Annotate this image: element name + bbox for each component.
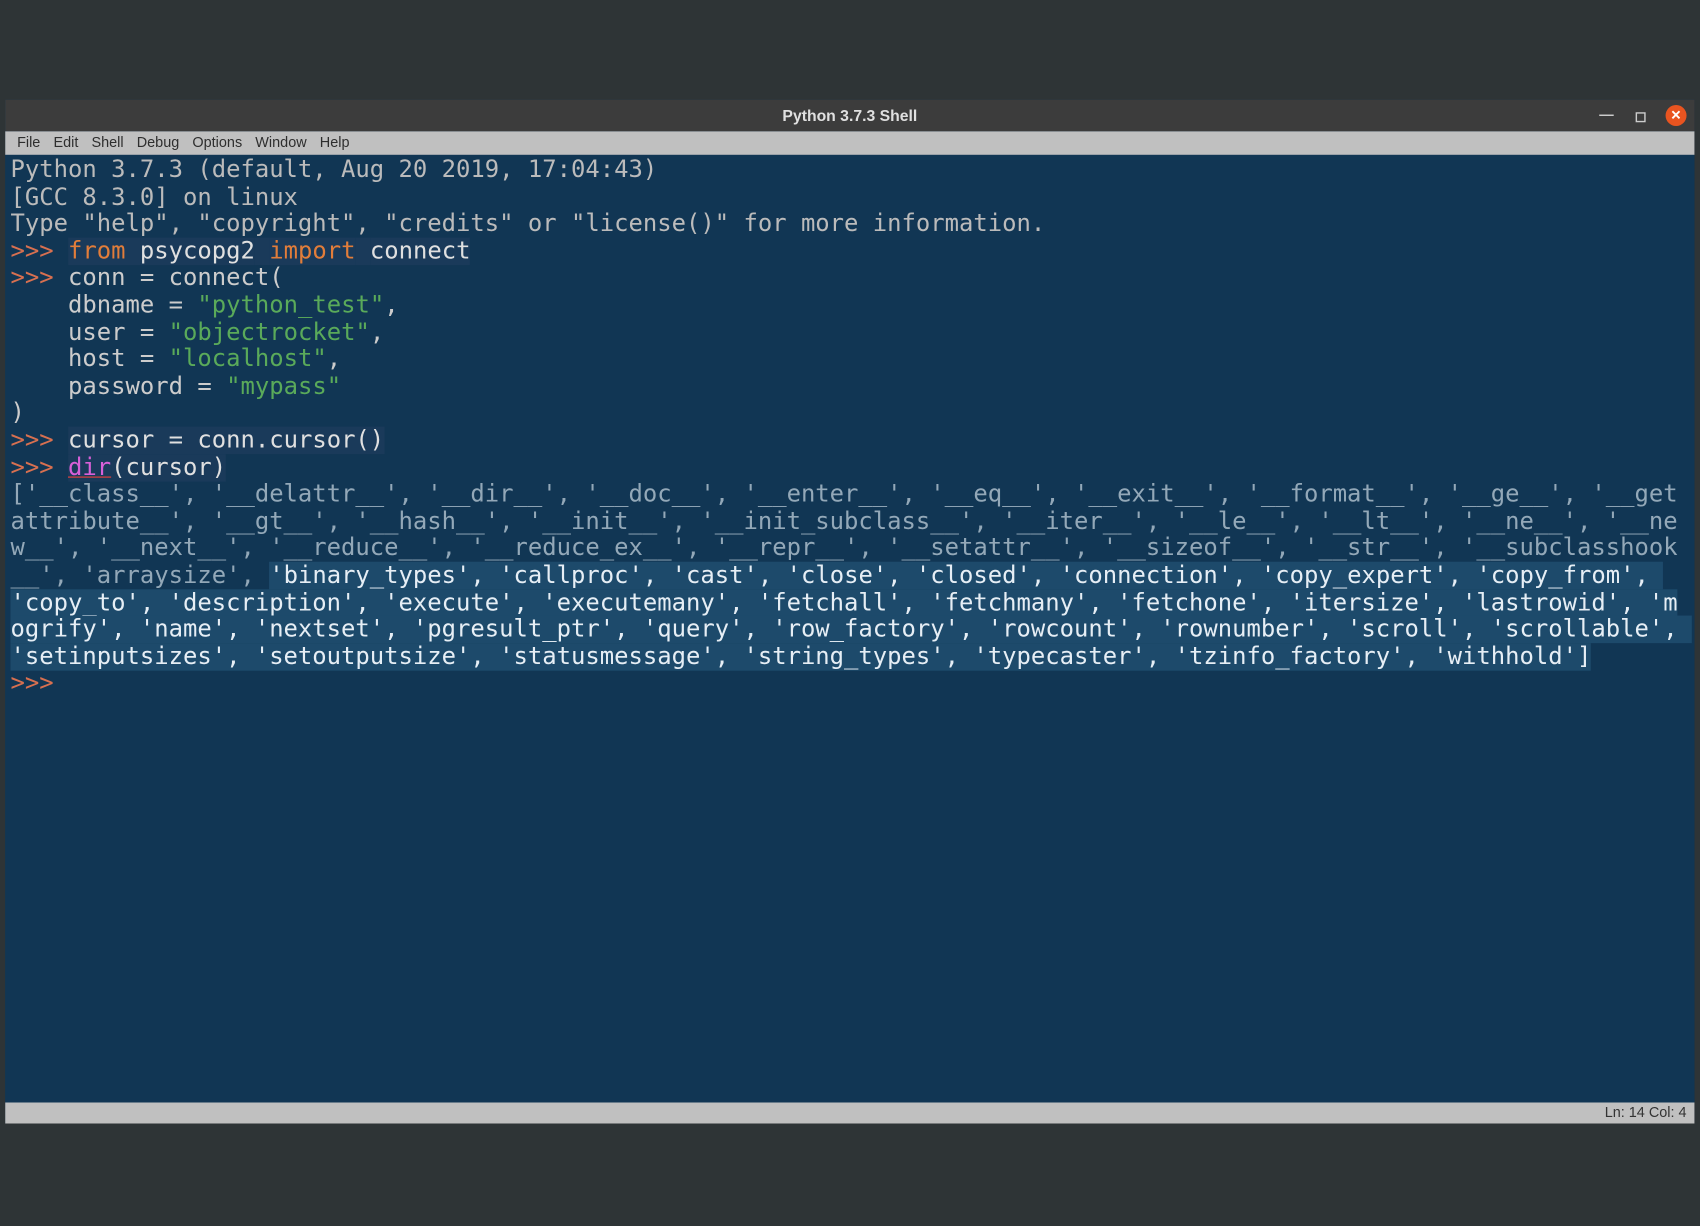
code-conn-assign: conn = connect( — [68, 264, 284, 292]
code-cursor-line: cursor = conn.cursor() — [68, 426, 384, 454]
keyword-from: from — [68, 237, 126, 265]
statusbar: Ln: 14 Col: 4 — [5, 1103, 1694, 1124]
dir-arg: (cursor) — [111, 454, 226, 482]
code-pass-label: password = — [11, 372, 227, 400]
titlebar[interactable]: Python 3.7.3 Shell — ◻ ✕ — [5, 100, 1694, 132]
prompt: >>> — [11, 426, 69, 454]
code-host-label: host = — [11, 345, 169, 373]
module-psycopg2: psycopg2 — [140, 237, 255, 265]
code-user-label: user = — [11, 318, 169, 346]
string-dbname: "python_test" — [197, 291, 384, 319]
menu-debug[interactable]: Debug — [130, 135, 186, 151]
space — [126, 237, 140, 265]
prompt: >>> — [11, 237, 69, 265]
prompt: >>> — [11, 454, 69, 482]
string-user: "objectrocket" — [169, 318, 370, 346]
prompt: >>> — [11, 264, 69, 292]
close-button[interactable]: ✕ — [1666, 105, 1687, 126]
name-connect: connect — [370, 237, 471, 265]
close-paren: ) — [11, 399, 25, 427]
shell-editor[interactable]: Python 3.7.3 (default, Aug 20 2019, 17:0… — [5, 155, 1694, 1103]
string-pass: "mypass" — [226, 372, 341, 400]
titlebar-controls: — ◻ ✕ — [1597, 105, 1686, 126]
comma: , — [384, 291, 398, 319]
menu-options[interactable]: Options — [186, 135, 249, 151]
minimize-button[interactable]: — — [1597, 106, 1615, 124]
banner-line-2: [GCC 8.3.0] on linux — [11, 183, 298, 211]
menu-edit[interactable]: Edit — [47, 135, 85, 151]
maximize-button[interactable]: ◻ — [1631, 106, 1649, 124]
menubar: File Edit Shell Debug Options Window Hel… — [5, 131, 1694, 155]
menu-window[interactable]: Window — [249, 135, 313, 151]
python-shell-window: Python 3.7.3 Shell — ◻ ✕ File Edit Shell… — [5, 100, 1694, 1124]
space — [355, 237, 369, 265]
comma: , — [370, 318, 384, 346]
space — [255, 237, 269, 265]
builtin-dir: dir — [68, 454, 111, 482]
banner-line-3: Type "help", "copyright", "credits" or "… — [11, 210, 1046, 238]
keyword-import: import — [269, 237, 355, 265]
code-dbname-label: dbname = — [11, 291, 198, 319]
window-title: Python 3.7.3 Shell — [782, 106, 917, 124]
menu-shell[interactable]: Shell — [85, 135, 130, 151]
menu-file[interactable]: File — [11, 135, 47, 151]
menu-help[interactable]: Help — [313, 135, 356, 151]
banner-line-1: Python 3.7.3 (default, Aug 20 2019, 17:0… — [11, 156, 672, 184]
prompt: >>> — [11, 670, 69, 698]
comma: , — [327, 345, 341, 373]
cursor-position: Ln: 14 Col: 4 — [1605, 1105, 1687, 1121]
string-host: "localhost" — [169, 345, 327, 373]
